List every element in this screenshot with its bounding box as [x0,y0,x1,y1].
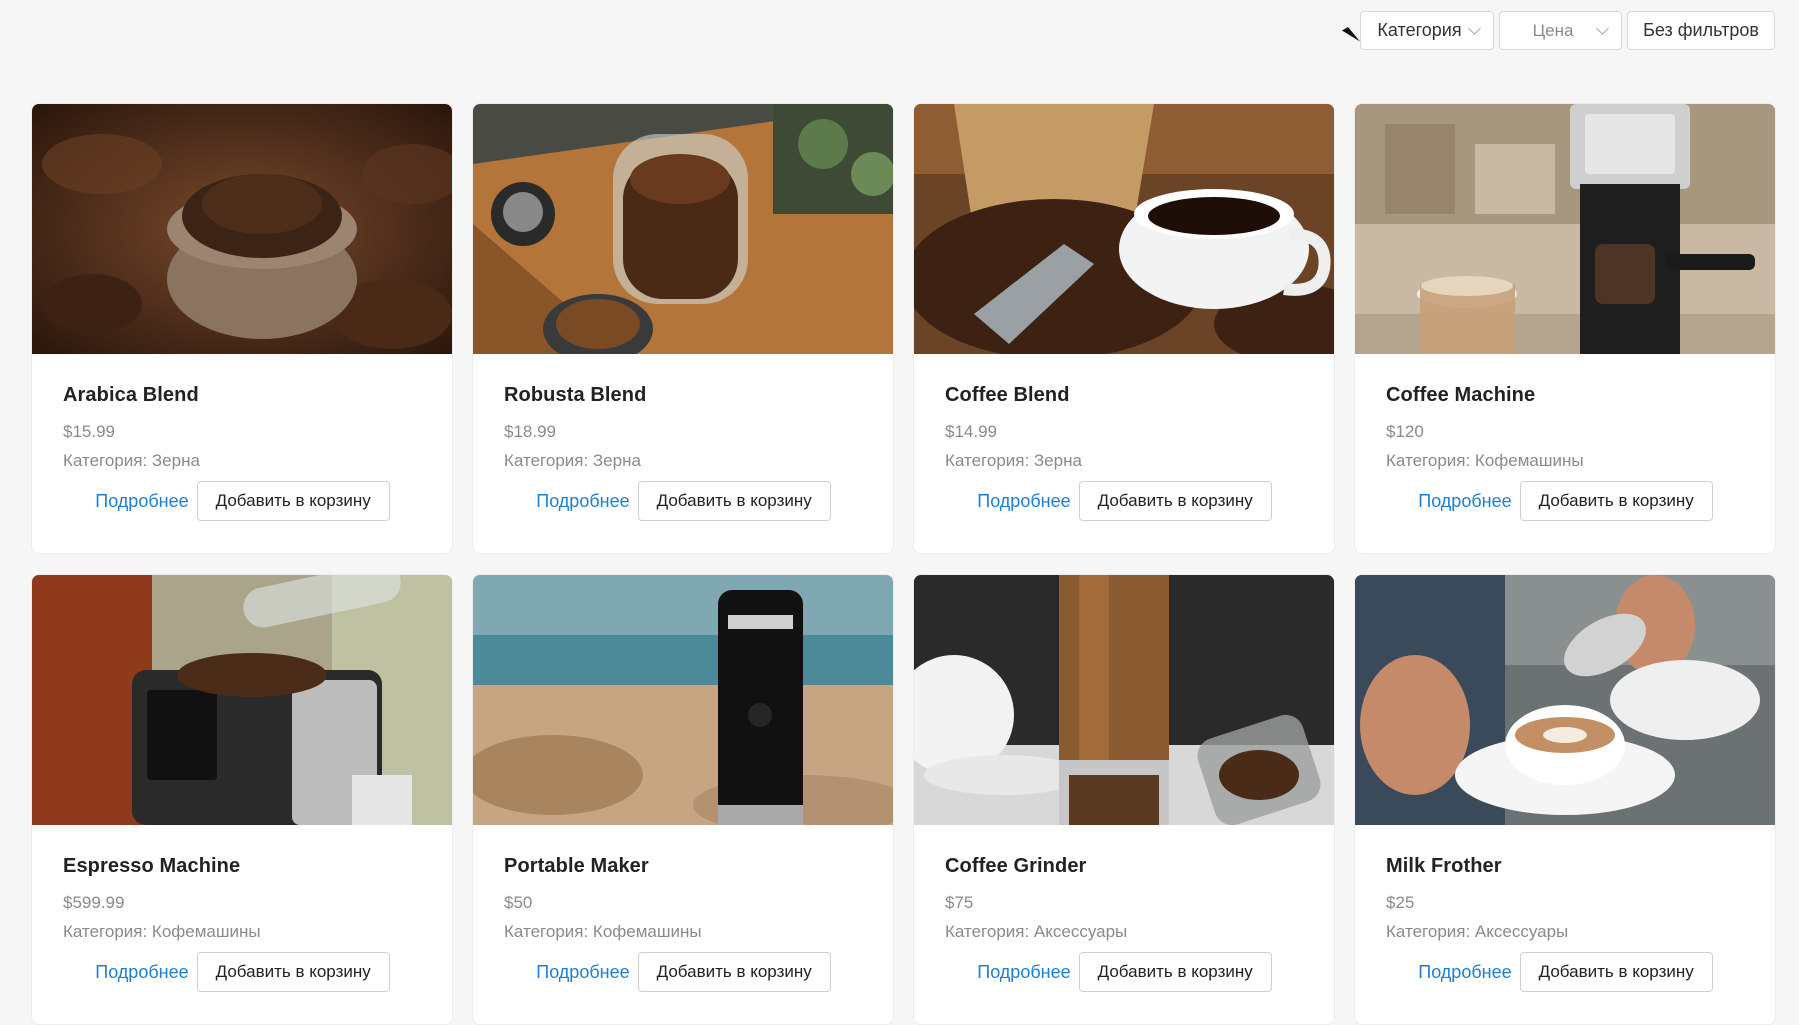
add-to-cart-button[interactable]: Добавить в корзину [637,481,831,521]
category-select[interactable]: Категория [1360,11,1494,50]
details-link[interactable]: Подробнее [1418,962,1511,983]
product-image[interactable] [32,575,452,825]
product-card: Coffee Blend $14.99 Категория: Зерна Под… [913,103,1335,554]
product-category: Категория: Кофемашины [63,922,261,941]
product-category: Категория: Кофемашины [1386,451,1584,470]
mouse-cursor-icon [1341,27,1361,45]
product-category: Категория: Зерна [945,451,1082,470]
category-select-label: Категория [1377,20,1462,40]
add-to-cart-button[interactable]: Добавить в корзину [637,952,831,992]
details-link[interactable]: Подробнее [1418,491,1511,512]
product-category: Категория: Аксессуары [945,922,1128,941]
chevron-down-icon [1596,21,1609,35]
price-select-label: Цена [1532,20,1574,40]
product-category: Категория: Кофемашины [504,922,702,941]
product-name: Coffee Grinder [945,855,1087,877]
filter-toolbar: Категория Цена Без фильтров [1360,11,1775,59]
price-select[interactable]: Цена [1499,11,1622,50]
product-image[interactable] [1355,104,1775,354]
product-card: Coffee Grinder $75 Категория: Аксессуары… [913,574,1335,1025]
chevron-down-icon [1468,21,1481,35]
product-category: Категория: Аксессуары [1386,922,1569,941]
product-category: Категория: Зерна [63,451,200,470]
add-to-cart-button[interactable]: Добавить в корзину [196,952,390,992]
product-name: Robusta Blend [504,384,647,406]
clear-filters-button[interactable]: Без фильтров [1627,11,1775,50]
product-card: Arabica Blend $15.99 Категория: Зерна По… [31,103,453,554]
details-link[interactable]: Подробнее [977,962,1070,983]
add-to-cart-button[interactable]: Добавить в корзину [1078,481,1272,521]
details-link[interactable]: Подробнее [536,962,629,983]
product-name: Arabica Blend [63,384,199,406]
add-to-cart-button[interactable]: Добавить в корзину [1519,952,1713,992]
product-grid: Arabica Blend $15.99 Категория: Зерна По… [31,103,1776,1025]
product-card: Coffee Machine $120 Категория: Кофемашин… [1354,103,1776,554]
product-price: $50 [504,893,533,912]
product-image[interactable] [914,104,1334,354]
product-image[interactable] [1355,575,1775,825]
add-to-cart-button[interactable]: Добавить в корзину [1078,952,1272,992]
product-card: Portable Maker $50 Категория: Кофемашины… [472,574,894,1025]
product-name: Coffee Machine [1386,384,1536,406]
product-name: Portable Maker [504,855,649,877]
add-to-cart-button[interactable]: Добавить в корзину [196,481,390,521]
details-link[interactable]: Подробнее [95,491,188,512]
product-price: $120 [1386,422,1424,441]
product-card: Milk Frother $25 Категория: Аксессуары П… [1354,574,1776,1025]
product-card: Robusta Blend $18.99 Категория: Зерна По… [472,103,894,554]
product-price: $14.99 [945,422,997,441]
details-link[interactable]: Подробнее [536,491,629,512]
product-image[interactable] [914,575,1334,825]
product-price: $599.99 [63,893,125,912]
product-image[interactable] [32,104,452,354]
product-name: Espresso Machine [63,855,241,877]
product-name: Milk Frother [1386,855,1502,877]
product-image[interactable] [473,575,893,825]
product-price: $75 [945,893,974,912]
product-image[interactable] [473,104,893,354]
product-category: Категория: Зерна [504,451,641,470]
details-link[interactable]: Подробнее [95,962,188,983]
add-to-cart-button[interactable]: Добавить в корзину [1519,481,1713,521]
product-price: $25 [1386,893,1415,912]
product-price: $18.99 [504,422,556,441]
product-price: $15.99 [63,422,115,441]
product-name: Coffee Blend [945,384,1070,406]
details-link[interactable]: Подробнее [977,491,1070,512]
product-card: Espresso Machine $599.99 Категория: Кофе… [31,574,453,1025]
